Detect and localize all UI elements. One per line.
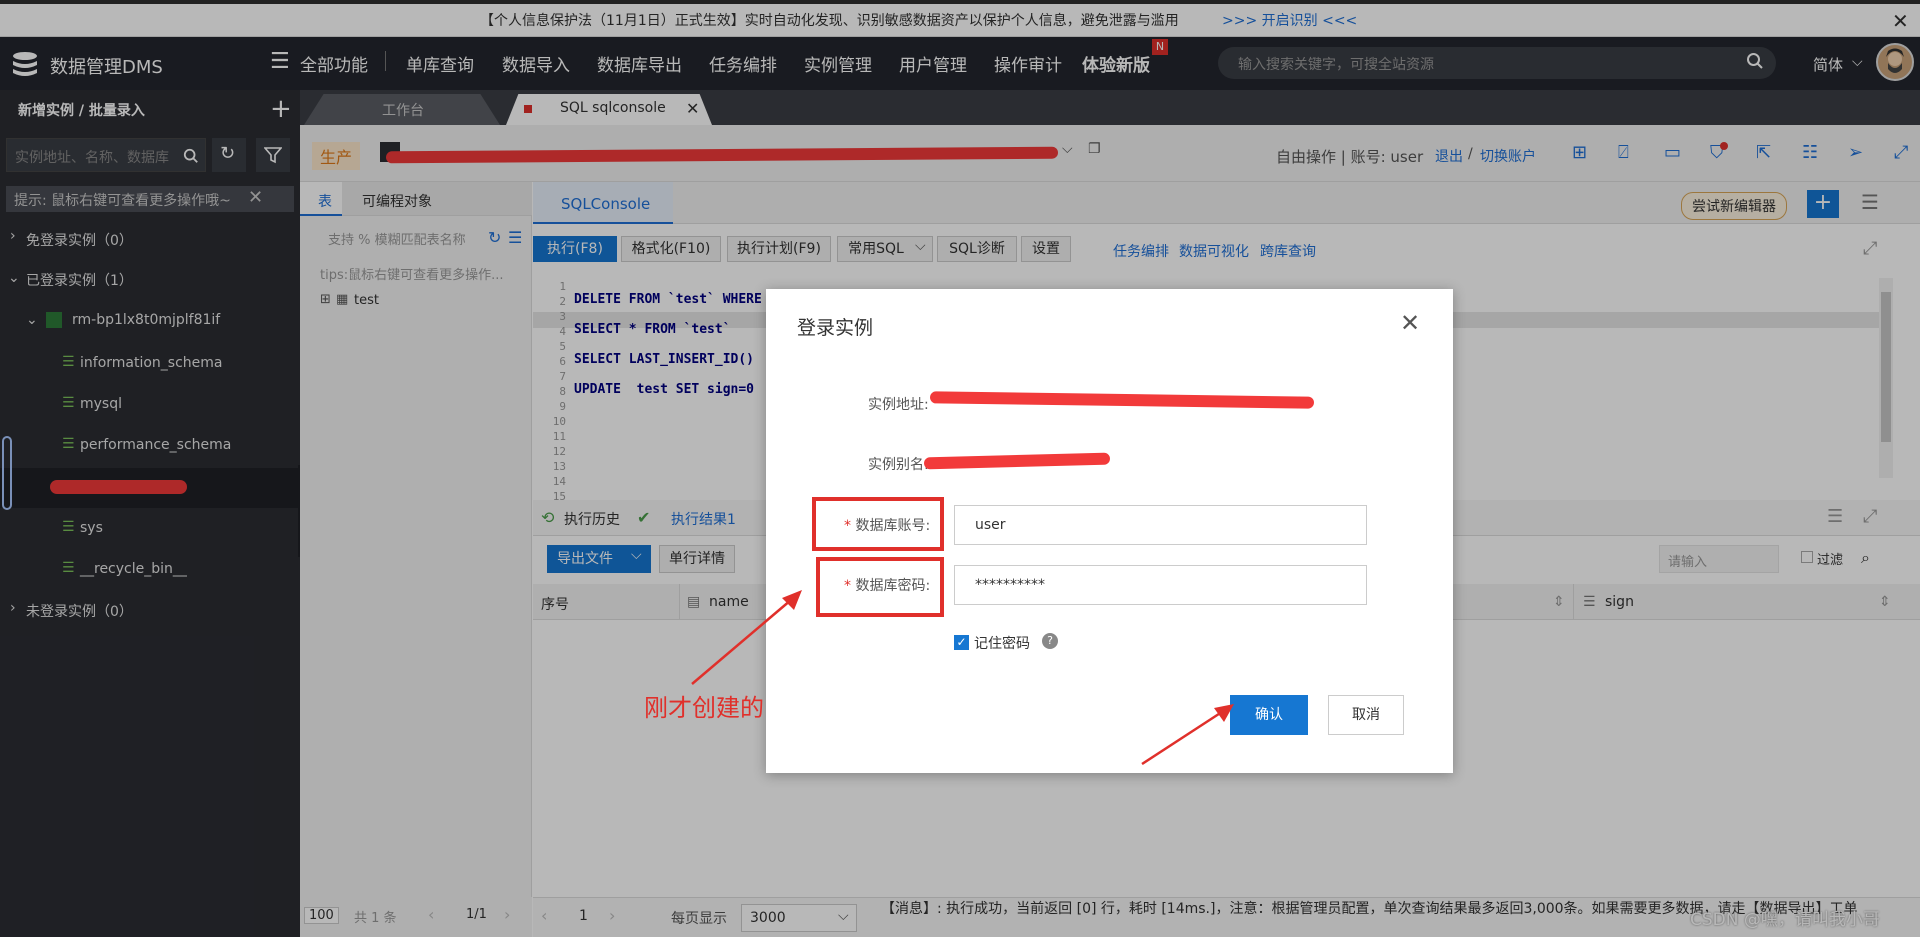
modal-title: 登录实例 xyxy=(797,317,874,339)
annotation-arrow-icon xyxy=(691,590,802,685)
db-password-input[interactable]: ********** xyxy=(954,565,1367,605)
remember-password-label: 记住密码 xyxy=(974,636,1030,652)
confirm-button[interactable]: 确认 xyxy=(1230,695,1308,735)
instance-alias-label: 实例别名: xyxy=(868,457,929,473)
cancel-button[interactable]: 取消 xyxy=(1328,695,1404,735)
help-icon[interactable]: ? xyxy=(1042,633,1058,649)
remember-password-checkbox[interactable]: ✓ xyxy=(954,635,969,650)
redaction-mark xyxy=(923,452,1111,470)
redaction-mark xyxy=(929,391,1315,409)
close-icon[interactable]: ✕ xyxy=(1400,309,1420,337)
annotation-text: 刚才创建的 xyxy=(644,694,764,722)
db-account-input[interactable]: user xyxy=(954,505,1367,545)
highlight-box-password xyxy=(816,557,944,617)
annotation-arrow-icon xyxy=(1141,704,1234,766)
instance-address-label: 实例地址: xyxy=(868,397,929,413)
highlight-box-account xyxy=(812,497,944,551)
